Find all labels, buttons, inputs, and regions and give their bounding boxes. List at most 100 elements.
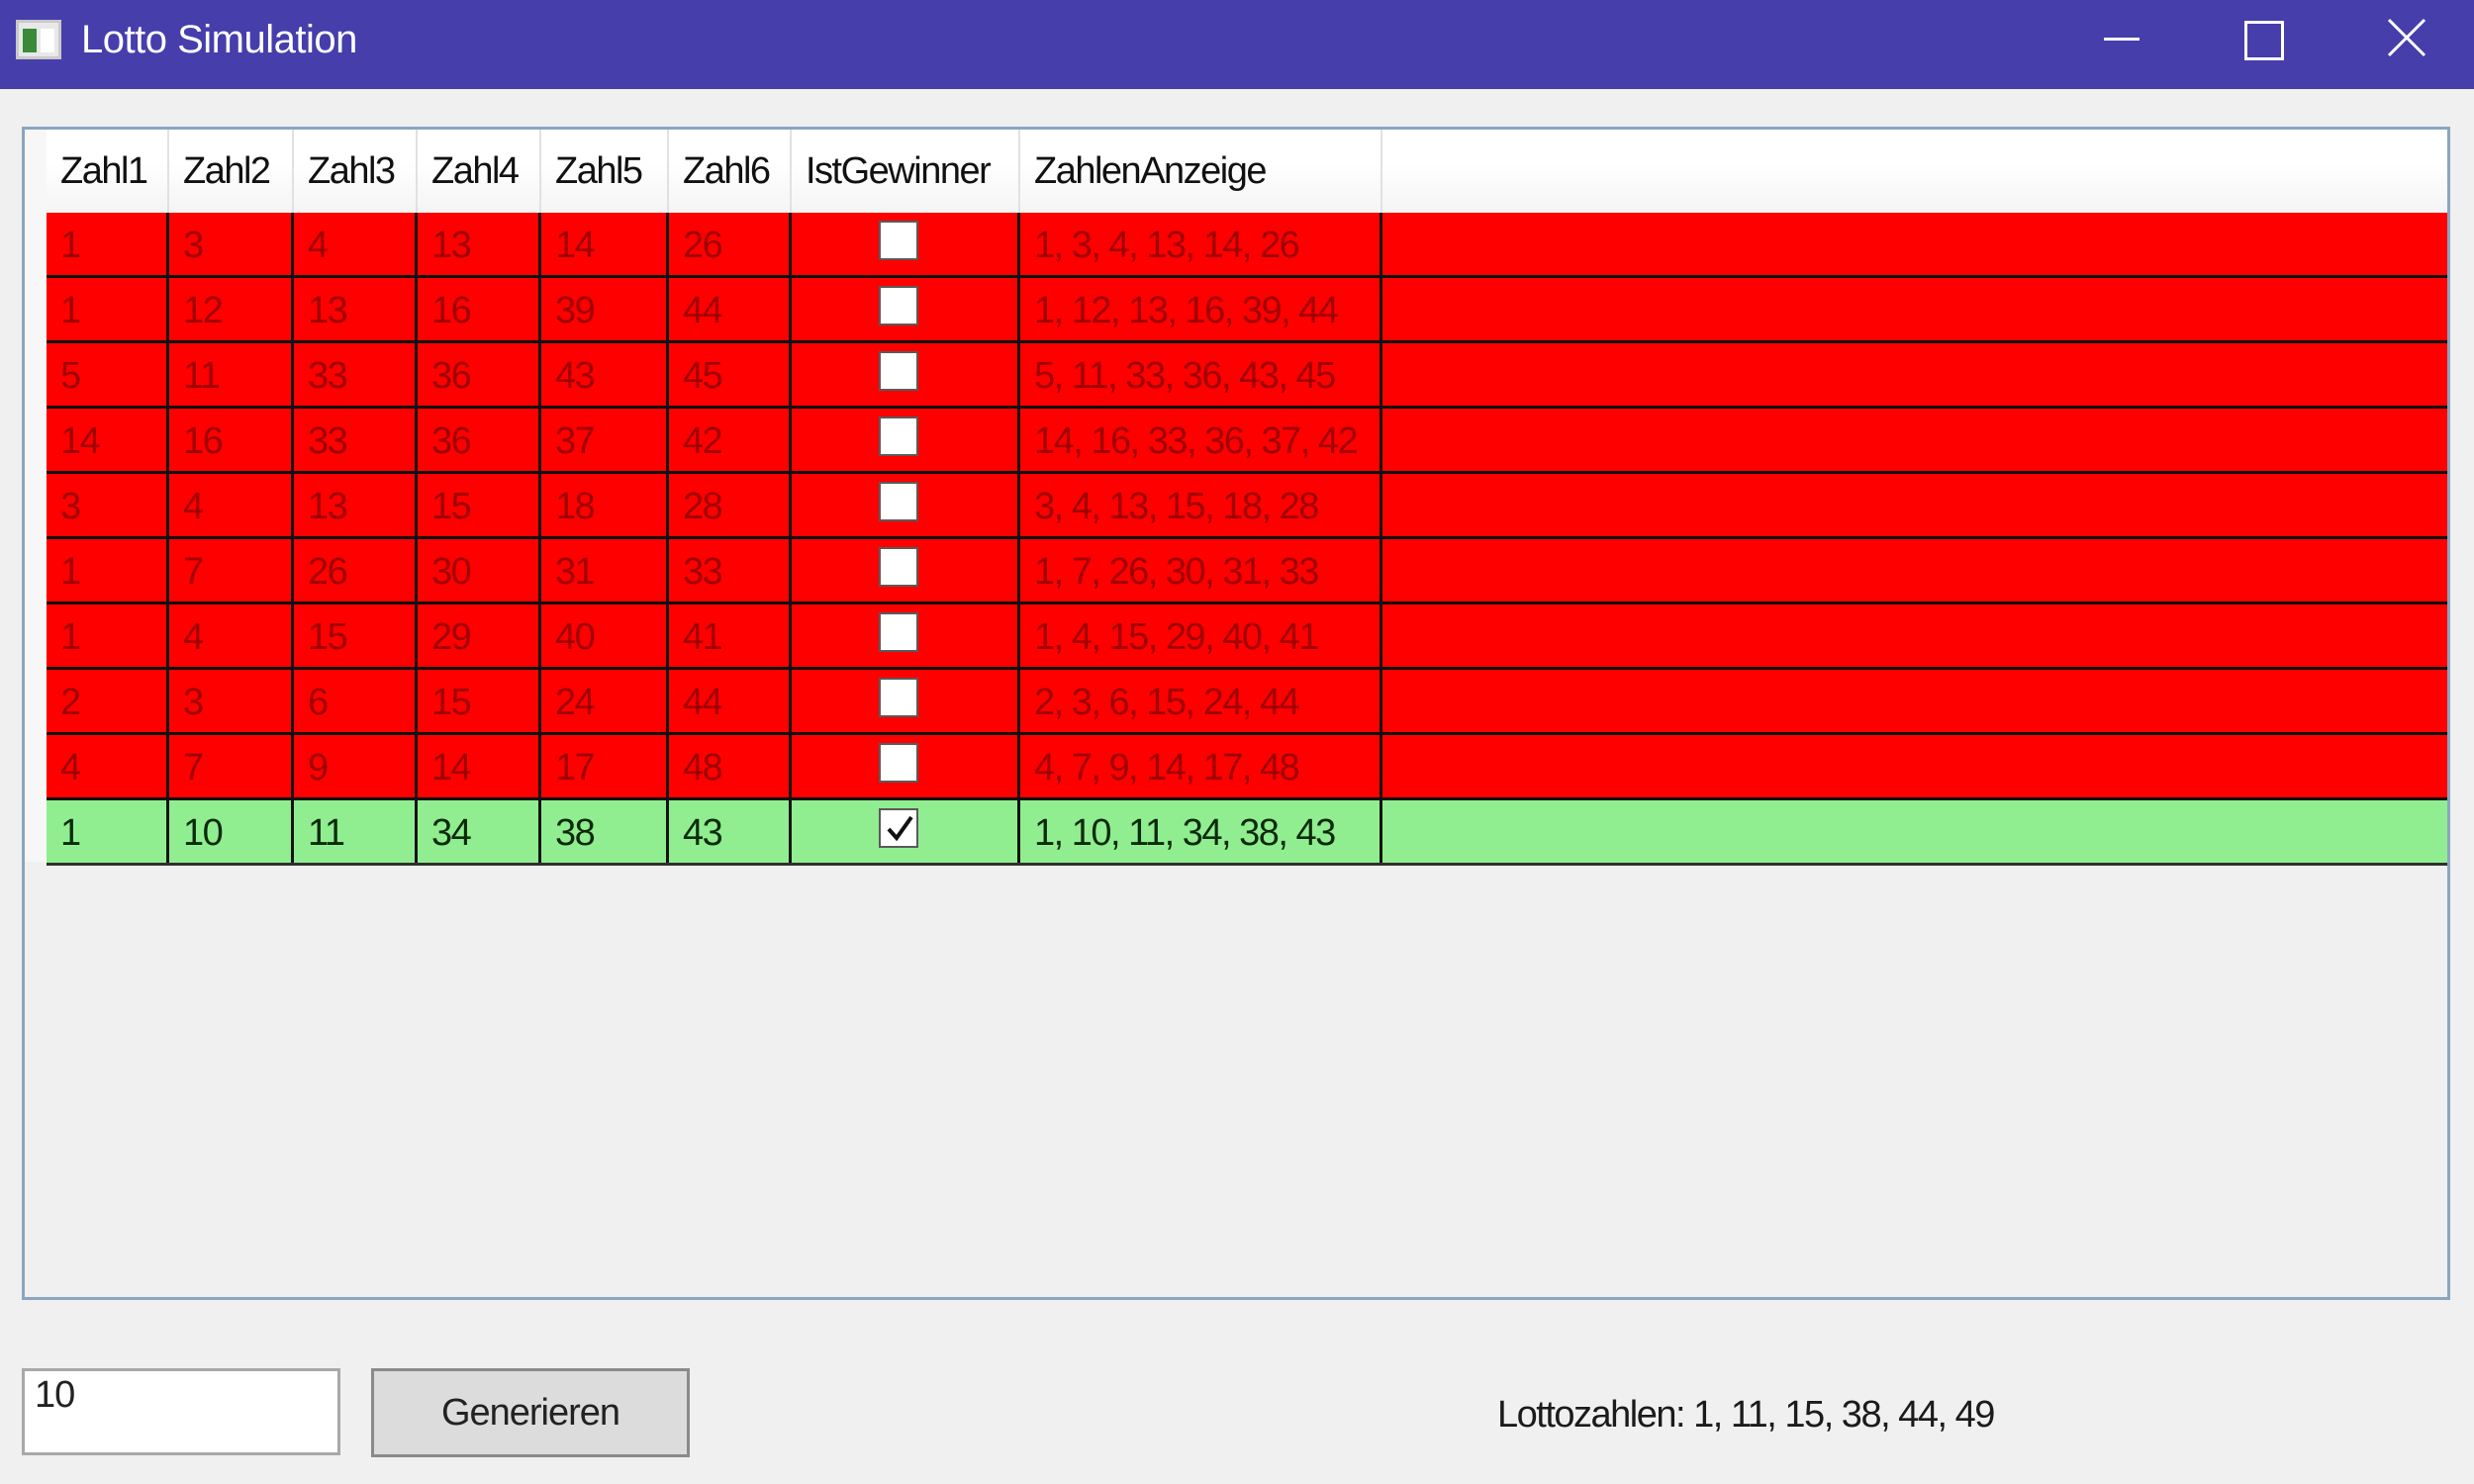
close-button[interactable]	[2341, 0, 2470, 79]
table-row[interactable]: 3 4 13 15 18 28 3, 4, 13, 15, 18, 28	[47, 474, 2447, 539]
istgewinner-checkbox[interactable]	[879, 612, 918, 652]
istgewinner-checkbox[interactable]	[879, 808, 918, 848]
cell-zahl3[interactable]: 13	[294, 474, 418, 536]
header-istgewinner[interactable]: IstGewinner	[792, 130, 1020, 213]
ticket-count-input[interactable]	[22, 1368, 340, 1455]
cell-zahl1[interactable]: 2	[47, 670, 169, 732]
cell-zahl5[interactable]: 18	[541, 474, 669, 536]
header-zahl5[interactable]: Zahl5	[541, 130, 669, 213]
cell-zahlenanzeige[interactable]: 1, 12, 13, 16, 39, 44	[1020, 278, 1382, 340]
cell-zahl2[interactable]: 16	[169, 409, 294, 471]
cell-zahl1[interactable]: 1	[47, 539, 169, 602]
cell-zahl2[interactable]: 3	[169, 670, 294, 732]
cell-zahl2[interactable]: 12	[169, 278, 294, 340]
cell-zahl3[interactable]: 26	[294, 539, 418, 602]
header-zahl6[interactable]: Zahl6	[669, 130, 792, 213]
generate-button[interactable]: Generieren	[371, 1368, 690, 1457]
header-zahl1[interactable]: Zahl1	[47, 130, 169, 213]
cell-zahl6[interactable]: 26	[669, 213, 792, 275]
istgewinner-checkbox[interactable]	[879, 743, 918, 783]
title-bar[interactable]: Lotto Simulation	[0, 0, 2474, 89]
table-row[interactable]: 14 16 33 36 37 42 14, 16, 33, 36, 37, 42	[47, 409, 2447, 474]
istgewinner-checkbox[interactable]	[879, 417, 918, 456]
table-row[interactable]: 1 4 15 29 40 41 1, 4, 15, 29, 40, 41	[47, 604, 2447, 670]
cell-zahl3[interactable]: 6	[294, 670, 418, 732]
cell-zahl4[interactable]: 14	[418, 735, 541, 797]
cell-zahl4[interactable]: 16	[418, 278, 541, 340]
cell-zahl5[interactable]: 37	[541, 409, 669, 471]
table-row[interactable]: 1 10 11 34 38 43 1, 10, 11, 34, 38, 43	[47, 800, 2447, 866]
cell-zahl3[interactable]: 9	[294, 735, 418, 797]
cell-zahl4[interactable]: 36	[418, 409, 541, 471]
cell-zahlenanzeige[interactable]: 5, 11, 33, 36, 43, 45	[1020, 343, 1382, 406]
cell-zahl2[interactable]: 11	[169, 343, 294, 406]
cell-zahl3[interactable]: 15	[294, 604, 418, 667]
header-zahl4[interactable]: Zahl4	[418, 130, 541, 213]
cell-zahl6[interactable]: 44	[669, 278, 792, 340]
cell-zahlenanzeige[interactable]: 1, 3, 4, 13, 14, 26	[1020, 213, 1382, 275]
istgewinner-checkbox[interactable]	[879, 678, 918, 717]
cell-zahl5[interactable]: 14	[541, 213, 669, 275]
header-zahl3[interactable]: Zahl3	[294, 130, 418, 213]
cell-zahl5[interactable]: 39	[541, 278, 669, 340]
cell-zahl4[interactable]: 36	[418, 343, 541, 406]
cell-zahl2[interactable]: 7	[169, 539, 294, 602]
cell-zahl4[interactable]: 15	[418, 670, 541, 732]
istgewinner-checkbox[interactable]	[879, 351, 918, 391]
istgewinner-checkbox[interactable]	[879, 482, 918, 521]
cell-zahl5[interactable]: 31	[541, 539, 669, 602]
cell-zahl2[interactable]: 7	[169, 735, 294, 797]
header-zahl2[interactable]: Zahl2	[169, 130, 294, 213]
cell-zahl6[interactable]: 41	[669, 604, 792, 667]
cell-zahl2[interactable]: 3	[169, 213, 294, 275]
cell-zahl5[interactable]: 43	[541, 343, 669, 406]
cell-zahl1[interactable]: 1	[47, 800, 169, 863]
cell-zahlenanzeige[interactable]: 4, 7, 9, 14, 17, 48	[1020, 735, 1382, 797]
istgewinner-checkbox[interactable]	[879, 221, 918, 260]
cell-zahl6[interactable]: 28	[669, 474, 792, 536]
cell-zahlenanzeige[interactable]: 2, 3, 6, 15, 24, 44	[1020, 670, 1382, 732]
minimize-button[interactable]	[2056, 0, 2185, 79]
cell-zahl6[interactable]: 33	[669, 539, 792, 602]
cell-zahl2[interactable]: 4	[169, 474, 294, 536]
table-row[interactable]: 1 12 13 16 39 44 1, 12, 13, 16, 39, 44	[47, 278, 2447, 343]
cell-zahl5[interactable]: 24	[541, 670, 669, 732]
cell-zahl3[interactable]: 33	[294, 409, 418, 471]
istgewinner-checkbox[interactable]	[879, 286, 918, 325]
cell-zahl2[interactable]: 4	[169, 604, 294, 667]
cell-zahl6[interactable]: 43	[669, 800, 792, 863]
table-row[interactable]: 1 7 26 30 31 33 1, 7, 26, 30, 31, 33	[47, 539, 2447, 604]
table-row[interactable]: 5 11 33 36 43 45 5, 11, 33, 36, 43, 45	[47, 343, 2447, 409]
cell-zahl1[interactable]: 1	[47, 213, 169, 275]
cell-zahl1[interactable]: 5	[47, 343, 169, 406]
cell-zahl5[interactable]: 38	[541, 800, 669, 863]
table-row[interactable]: 2 3 6 15 24 44 2, 3, 6, 15, 24, 44	[47, 670, 2447, 735]
header-zahlenanzeige[interactable]: ZahlenAnzeige	[1020, 130, 1382, 213]
cell-zahl4[interactable]: 30	[418, 539, 541, 602]
cell-zahlenanzeige[interactable]: 1, 10, 11, 34, 38, 43	[1020, 800, 1382, 863]
cell-zahl2[interactable]: 10	[169, 800, 294, 863]
cell-zahlenanzeige[interactable]: 14, 16, 33, 36, 37, 42	[1020, 409, 1382, 471]
maximize-button[interactable]	[2197, 0, 2326, 79]
cell-zahl1[interactable]: 1	[47, 278, 169, 340]
table-row[interactable]: 4 7 9 14 17 48 4, 7, 9, 14, 17, 48	[47, 735, 2447, 800]
istgewinner-checkbox[interactable]	[879, 547, 918, 587]
cell-zahlenanzeige[interactable]: 3, 4, 13, 15, 18, 28	[1020, 474, 1382, 536]
cell-zahl3[interactable]: 33	[294, 343, 418, 406]
cell-zahl4[interactable]: 13	[418, 213, 541, 275]
cell-zahl3[interactable]: 11	[294, 800, 418, 863]
cell-zahl6[interactable]: 48	[669, 735, 792, 797]
cell-zahl4[interactable]: 29	[418, 604, 541, 667]
cell-zahl1[interactable]: 3	[47, 474, 169, 536]
table-row[interactable]: 1 3 4 13 14 26 1, 3, 4, 13, 14, 26	[47, 213, 2447, 278]
cell-zahl4[interactable]: 34	[418, 800, 541, 863]
cell-zahl1[interactable]: 4	[47, 735, 169, 797]
lotto-data-grid[interactable]: Zahl1 Zahl2 Zahl3 Zahl4 Zahl5 Zahl6 IstGewinne…	[22, 127, 2450, 1300]
cell-zahl1[interactable]: 14	[47, 409, 169, 471]
cell-zahl5[interactable]: 17	[541, 735, 669, 797]
cell-zahlenanzeige[interactable]: 1, 4, 15, 29, 40, 41	[1020, 604, 1382, 667]
cell-zahl3[interactable]: 4	[294, 213, 418, 275]
cell-zahl6[interactable]: 45	[669, 343, 792, 406]
cell-zahl3[interactable]: 13	[294, 278, 418, 340]
cell-zahlenanzeige[interactable]: 1, 7, 26, 30, 31, 33	[1020, 539, 1382, 602]
